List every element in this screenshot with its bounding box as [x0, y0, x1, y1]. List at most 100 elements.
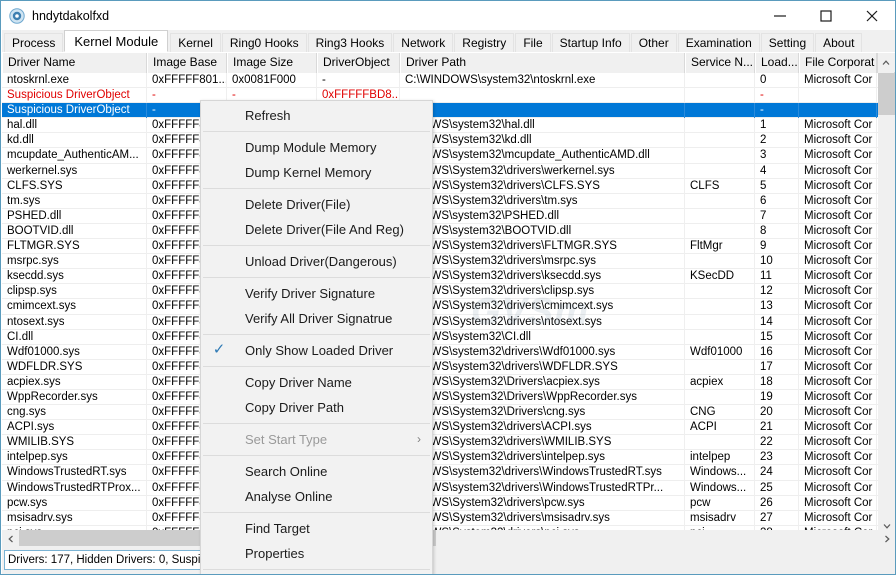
cell-name: CI.dll	[2, 329, 147, 345]
cell-svc	[685, 118, 755, 134]
tab-ring3-hooks[interactable]: Ring3 Hooks	[307, 33, 393, 52]
table-row[interactable]: pcw.sys 0xFFFFF80 NDOWS\System32\drivers\p…	[2, 495, 878, 511]
table-row[interactable]: cmimcext.sys 0xFFFFF80 NDOWS\System32\driv…	[2, 299, 878, 315]
menu-item-search-online[interactable]: Search Online	[201, 459, 432, 484]
table-row[interactable]: ksecdd.sys 0xFFFFF80 NDOWS\System32\driver…	[2, 269, 878, 285]
menu-item-copy-driver-name[interactable]: Copy Driver Name	[201, 370, 432, 395]
table-row[interactable]: hal.dll 0xFFFFF80 NDOWS\system32\hal.dll 1 M…	[2, 118, 878, 134]
tab-label: Network	[401, 36, 446, 50]
column-header-path[interactable]: Driver Path	[400, 53, 685, 73]
table-row[interactable]: mcupdate_AuthenticAM... 0xFFFFF80 NDOWS\sy…	[2, 148, 878, 164]
chevron-up-icon[interactable]	[877, 53, 894, 73]
menu-separator	[203, 569, 430, 570]
tab-other[interactable]: Other	[630, 33, 677, 52]
table-row[interactable]: WMILIB.SYS 0xFFFFF80 NDOWS\System32\driver…	[2, 435, 878, 451]
table-row[interactable]: cng.sys 0xFFFFF80 NDOWS\System32\Drivers\c…	[2, 405, 878, 421]
tab-setting[interactable]: Setting	[760, 33, 815, 52]
cell-path: NDOWS\System32\drivers\intelpep.sys	[400, 450, 685, 466]
menu-item-verify-all-driver-signatrue[interactable]: Verify All Driver Signatrue	[201, 306, 432, 331]
table-row[interactable]: PSHED.dll 0xFFFFF80 NDOWS\system32\PSHED.d…	[2, 208, 878, 224]
table-row[interactable]: BOOTVID.dll 0xFFFFF80 NDOWS\system32\BOOTV…	[2, 223, 878, 240]
tab-ring0-hooks[interactable]: Ring0 Hooks	[221, 33, 307, 52]
table-row[interactable]: WindowsTrustedRT.sys 0xFFFFF80 NDOWS\syste…	[2, 465, 878, 481]
table-row[interactable]: WindowsTrustedRTProx... 0xFFFFF80 NDOWS\sy…	[2, 480, 878, 496]
menu-item-unload-driver-dangerous-[interactable]: Unload Driver(Dangerous)	[201, 249, 432, 274]
tab-process[interactable]: Process	[4, 33, 64, 52]
menu-item-delete-driver-file-and-reg-[interactable]: Delete Driver(File And Reg)	[201, 217, 432, 242]
cell-svc: ACPI	[685, 420, 755, 436]
menu-item-properties[interactable]: Properties	[201, 541, 432, 566]
context-menu[interactable]: Refresh Dump Module Memory Dump Kernel Mem…	[200, 100, 433, 574]
cell-name: WindowsTrustedRT.sys	[2, 465, 147, 481]
menu-item-verify-driver-signature[interactable]: Verify Driver Signature	[201, 281, 432, 306]
cell-load: 18	[755, 374, 799, 390]
column-header-name[interactable]: Driver Name	[2, 53, 147, 73]
table-row[interactable]: tm.sys 0xFFFFF80 NDOWS\System32\drivers\tm…	[2, 193, 878, 209]
column-header-corp[interactable]: File Corporat	[799, 53, 877, 73]
cell-corp: Microsoft Cor	[799, 465, 877, 481]
cell-svc: KSecDD	[685, 269, 755, 285]
table-row[interactable]: Suspicious DriverObject--0xFFFFFBD8...-	[2, 103, 878, 119]
menu-item-refresh[interactable]: Refresh	[201, 103, 432, 128]
table-row[interactable]: clipsp.sys 0xFFFFF80 NDOWS\System32\driver…	[2, 284, 878, 300]
tab-startup-info[interactable]: Startup Info	[551, 33, 630, 52]
menu-item-delete-driver-file-[interactable]: Delete Driver(File)	[201, 192, 432, 217]
tab-kernel-module[interactable]: Kernel Module	[64, 30, 169, 52]
vertical-scroll-thumb[interactable]	[878, 73, 895, 115]
cell-svc	[685, 73, 755, 88]
menu-item-dump-kernel-memory[interactable]: Dump Kernel Memory	[201, 160, 432, 185]
table-row[interactable]: WppRecorder.sys 0xFFFFF80 NDOWS\System32\D…	[2, 389, 878, 406]
menu-item-dump-module-memory[interactable]: Dump Module Memory	[201, 135, 432, 160]
horizontal-scrollbar[interactable]	[2, 530, 895, 547]
chevron-down-icon	[883, 523, 890, 529]
scroll-right-button[interactable]	[878, 530, 895, 547]
cell-corp: Microsoft Cor	[799, 208, 877, 224]
table-row[interactable]: acpiex.sys 0xFFFFF80 NDOWS\System32\Driver…	[2, 374, 878, 390]
table-row[interactable]: werkernel.sys 0xFFFFF80 NDOWS\System32\dri…	[2, 163, 878, 179]
table-row[interactable]: WDFLDR.SYS 0xFFFFF80 NDOWS\system32\driver…	[2, 359, 878, 375]
table-row[interactable]: ACPI.sys 0xFFFFF80 NDOWS\System32\drivers\…	[2, 420, 878, 436]
cell-svc	[685, 148, 755, 164]
table-row[interactable]: CLFS.SYS 0xFFFFF80 NDOWS\System32\drivers\…	[2, 178, 878, 194]
table-row[interactable]: msrpc.sys 0xFFFFF80 NDOWS\System32\drivers…	[2, 254, 878, 270]
cell-svc: intelpep	[685, 450, 755, 466]
table-row[interactable]: Wdf01000.sys 0xFFFFF80 NDOWS\system32\driv…	[2, 344, 878, 360]
table-row[interactable]: FLTMGR.SYS 0xFFFFF80 NDOWS\System32\driver…	[2, 239, 878, 255]
cell-obj: -	[317, 73, 400, 88]
cell-path: NDOWS\system32\drivers\WindowsTrustedRTP…	[400, 480, 685, 496]
menu-item-label: Verify Driver Signature	[245, 286, 376, 301]
cell-svc: pcw	[685, 495, 755, 511]
menu-item-copy-driver-path[interactable]: Copy Driver Path	[201, 395, 432, 420]
column-header-svc[interactable]: Service N...	[685, 53, 755, 73]
table-row[interactable]: ntoskrnl.exe 0xFFFFF801... 0x0081F000- C:\W…	[2, 73, 878, 89]
maximize-button[interactable]	[803, 1, 849, 30]
table-row[interactable]: Suspicious DriverObject--0xFFFFFBD8...-	[2, 88, 878, 104]
tab-registry[interactable]: Registry	[454, 33, 515, 52]
vertical-scrollbar[interactable]	[878, 73, 895, 534]
tab-file[interactable]: File	[515, 33, 551, 52]
tab-about[interactable]: About	[815, 33, 863, 52]
column-header-load[interactable]: Load...	[755, 53, 799, 73]
table-row[interactable]: kd.dll 0xFFFFF80 NDOWS\system32\kd.dll 2 Mic…	[2, 133, 878, 149]
table-row[interactable]: msisadrv.sys 0xFFFFF80 NDOWS\System32\driv…	[2, 510, 878, 526]
close-button[interactable]	[849, 1, 895, 30]
scroll-left-button[interactable]	[2, 530, 19, 547]
minimize-button[interactable]	[757, 1, 803, 30]
column-header-obj[interactable]: DriverObject	[317, 53, 400, 73]
check-icon: ✓	[212, 341, 226, 358]
table-row[interactable]: intelpep.sys 0xFFFFF80 NDOWS\System32\driv…	[2, 450, 878, 466]
table-row[interactable]: ntosext.sys 0xFFFFF80 NDOWS\System32\drive…	[2, 314, 878, 330]
menu-item-only-show-loaded-driver[interactable]: ✓ Only Show Loaded Driver	[201, 338, 432, 363]
menu-item-find-target[interactable]: Find Target	[201, 516, 432, 541]
menu-item-analyse-online[interactable]: Analyse Online	[201, 484, 432, 509]
tab-network[interactable]: Network	[393, 33, 454, 52]
cell-path	[400, 103, 685, 119]
tab-kernel[interactable]: Kernel	[170, 33, 221, 52]
column-header-size[interactable]: Image Size	[227, 53, 317, 73]
column-header-base[interactable]: Image Base	[147, 53, 227, 73]
cell-load: 9	[755, 239, 799, 255]
table-row[interactable]: CI.dll 0xFFFFF80 NDOWS\system32\CI.dll 15 Mi…	[2, 329, 878, 345]
horizontal-scroll-track[interactable]	[19, 530, 878, 547]
tab-examination[interactable]: Examination	[677, 33, 760, 52]
cell-load: 12	[755, 284, 799, 300]
